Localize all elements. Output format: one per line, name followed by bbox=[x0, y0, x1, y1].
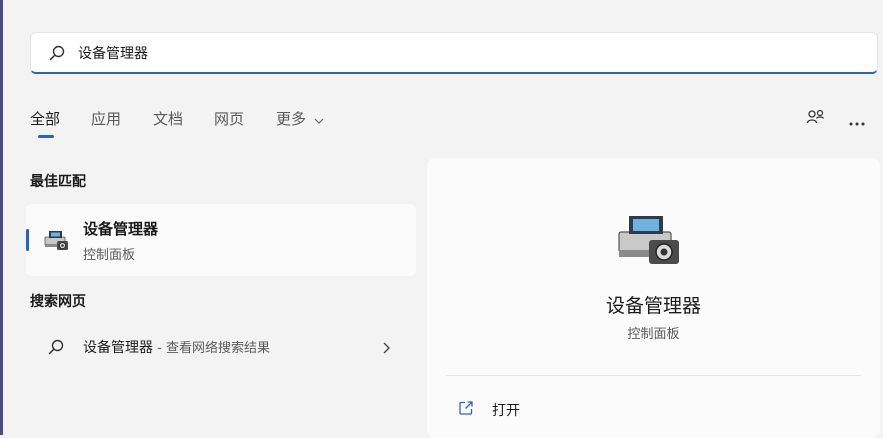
chevron-down-icon bbox=[314, 111, 324, 129]
selection-indicator bbox=[26, 229, 29, 251]
result-subtitle: 控制面板 bbox=[83, 248, 136, 263]
share-profile-icon[interactable] bbox=[806, 108, 826, 128]
web-search-result[interactable]: 设备管理器 - 查看网络搜索结果 bbox=[26, 326, 416, 368]
chevron-right-icon[interactable] bbox=[381, 340, 391, 354]
open-action-label: 打开 bbox=[492, 403, 520, 419]
web-search-suffix: - 查看网络搜索结果 bbox=[153, 341, 270, 356]
tab-label: 全部 bbox=[30, 110, 61, 128]
detail-subtitle: 控制面板 bbox=[627, 327, 680, 342]
detail-panel: 设备管理器 控制面板 打开 bbox=[427, 158, 880, 438]
web-search-heading: 搜索网页 bbox=[30, 294, 86, 310]
tab-label: 应用 bbox=[91, 110, 122, 128]
tab-web[interactable]: 网页 bbox=[214, 108, 244, 129]
tab-documents[interactable]: 文档 bbox=[153, 108, 183, 129]
search-icon bbox=[49, 45, 65, 61]
device-manager-icon bbox=[42, 228, 70, 252]
active-tab-indicator bbox=[38, 135, 54, 138]
tab-all[interactable]: 全部 bbox=[30, 108, 61, 138]
search-icon bbox=[48, 339, 64, 355]
more-options-icon[interactable] bbox=[848, 113, 866, 126]
best-match-result[interactable]: 设备管理器 控制面板 bbox=[26, 204, 416, 276]
web-search-text: 设备管理器 - 查看网络搜索结果 bbox=[83, 337, 270, 357]
result-title: 设备管理器 bbox=[83, 220, 159, 238]
tab-more[interactable]: 更多 bbox=[276, 108, 324, 129]
tab-label: 文档 bbox=[153, 110, 184, 128]
search-box[interactable] bbox=[30, 32, 878, 74]
search-input[interactable] bbox=[78, 41, 858, 65]
web-search-query: 设备管理器 bbox=[83, 340, 153, 356]
window-edge bbox=[0, 0, 3, 435]
best-match-heading: 最佳匹配 bbox=[30, 174, 86, 190]
detail-title: 设备管理器 bbox=[605, 295, 701, 317]
tab-label: 更多 bbox=[276, 110, 307, 128]
open-external-icon bbox=[458, 400, 474, 416]
tab-apps[interactable]: 应用 bbox=[91, 108, 121, 129]
tab-label: 网页 bbox=[214, 110, 245, 128]
open-action[interactable]: 打开 bbox=[446, 390, 861, 428]
divider bbox=[446, 375, 861, 376]
device-manager-icon bbox=[613, 208, 685, 268]
